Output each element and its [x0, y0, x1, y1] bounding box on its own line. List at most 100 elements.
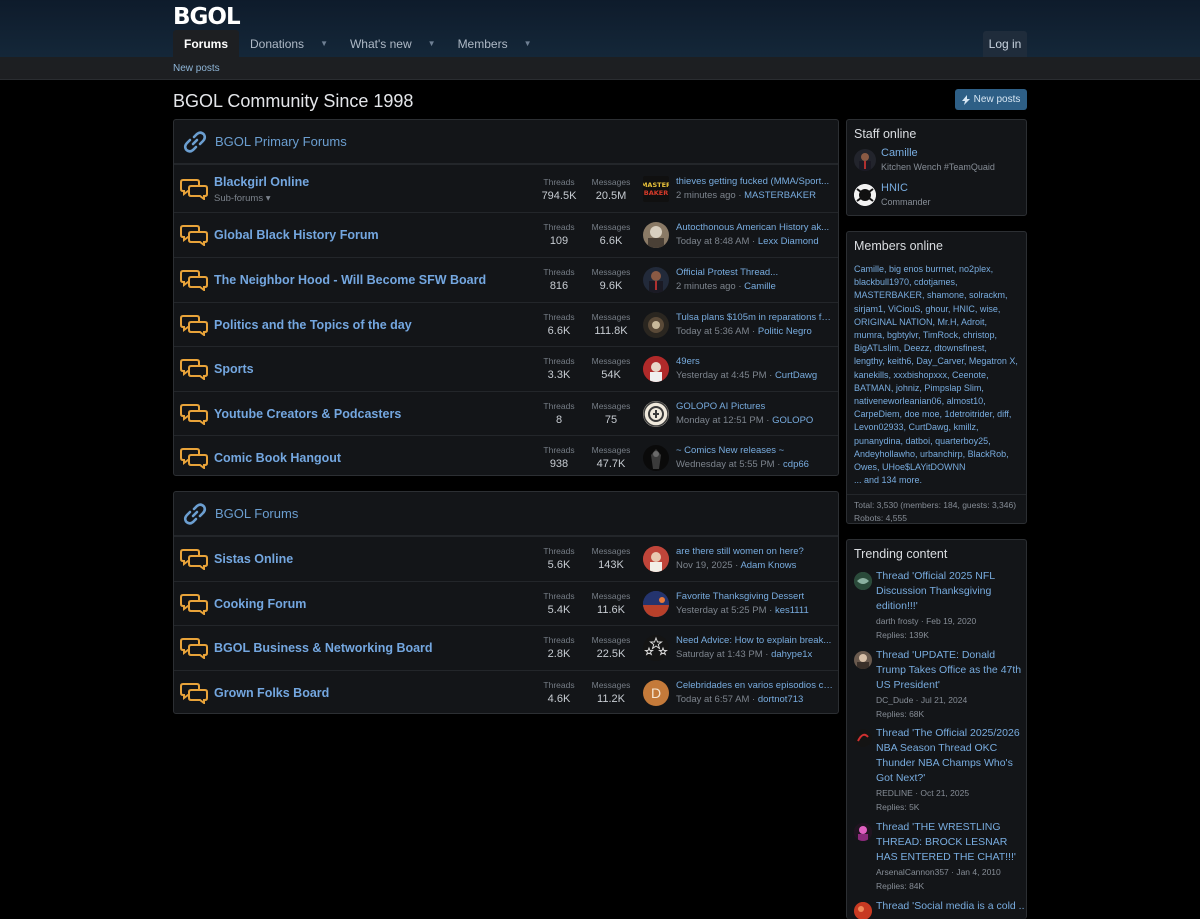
forum-node: Global Black History Forum Threads 109 Me… [174, 212, 838, 257]
nav-tab-members[interactable]: Members ▼ [447, 30, 543, 57]
category-title[interactable]: BGOL Forums [215, 506, 298, 521]
trending-replies: Replies: 139K [876, 630, 929, 640]
latest-time[interactable]: Today at 5:36 AM [676, 326, 749, 337]
latest-thread-link[interactable]: thieves getting fucked (MMA/Sport... [676, 176, 834, 187]
subnav-new-posts-link[interactable]: New posts [173, 63, 220, 74]
login-button[interactable]: Log in [983, 31, 1027, 57]
forum-title[interactable]: Sports [214, 362, 254, 376]
latest-user[interactable]: cdp66 [783, 459, 809, 470]
latest-user[interactable]: Adam Knows [740, 560, 796, 571]
avatar[interactable] [643, 591, 669, 617]
category-header[interactable]: BGOL Forums [174, 492, 838, 536]
avatar[interactable] [854, 149, 876, 171]
trending-thread-link[interactable]: Thread 'THE WRESTLING THREAD: BROCK LESN… [876, 820, 1024, 865]
forum-title[interactable]: Global Black History Forum [214, 228, 379, 242]
nav-tab-forums[interactable]: Forums [173, 30, 240, 57]
avatar[interactable] [854, 729, 872, 747]
forum-title[interactable]: Youtube Creators & Podcasters [214, 407, 401, 421]
avatar[interactable] [643, 546, 669, 572]
latest-time[interactable]: Wednesday at 5:55 PM [676, 459, 775, 470]
forum-title[interactable]: Politics and the Topics of the day [214, 318, 412, 332]
forum-title[interactable]: BGOL Business & Networking Board [214, 641, 433, 655]
latest-meta: Today at 5:36 AM · Politic Negro [676, 326, 812, 337]
avatar[interactable] [854, 902, 872, 919]
latest-thread-link[interactable]: GOLOPO AI Pictures [676, 401, 834, 412]
messages-stat: Messages 9.6K [586, 267, 636, 292]
latest-user[interactable]: dahype1x [771, 649, 812, 660]
members-online-list[interactable]: Camille, big enos burrnet, no2plex, blac… [847, 259, 1026, 487]
stat-label: Threads [543, 680, 575, 690]
latest-thread-link[interactable]: Favorite Thanksgiving Dessert [676, 591, 834, 602]
latest-user[interactable]: Lexx Diamond [758, 236, 819, 247]
avatar[interactable]: MASTER BAKER [643, 176, 669, 202]
more-members-link[interactable]: ... and 134 more. [854, 475, 922, 485]
avatar[interactable] [643, 267, 669, 293]
latest-thread-link[interactable]: ~ Comics New releases ~ [676, 445, 834, 456]
forum-title[interactable]: Cooking Forum [214, 597, 306, 611]
latest-user[interactable]: dortnot713 [758, 694, 803, 705]
latest-time[interactable]: Nov 19, 2025 [676, 560, 733, 571]
nav-tab-whats-new[interactable]: What's new ▼ [339, 30, 447, 57]
category-header[interactable]: BGOL Primary Forums [174, 120, 838, 164]
latest-user[interactable]: Politic Negro [758, 326, 812, 337]
avatar[interactable] [643, 222, 669, 248]
trending-thread-link[interactable]: Thread 'The Official 2025/2026 NBA Seaso… [876, 726, 1024, 786]
latest-time[interactable]: Today at 8:48 AM [676, 236, 749, 247]
nav-tab-donations[interactable]: Donations ▼ [239, 30, 339, 57]
chevron-down-icon[interactable]: ▼ [524, 39, 532, 48]
user-avatar-photo [643, 546, 669, 572]
stat-value: 143K [598, 559, 624, 571]
forum-title[interactable]: Grown Folks Board [214, 686, 329, 700]
trending-thread-link[interactable]: Thread 'Social media is a cold ...' [876, 899, 1024, 914]
chevron-down-icon[interactable]: ▼ [428, 39, 436, 48]
avatar[interactable] [643, 312, 669, 338]
latest-thread-link[interactable]: Tulsa plans $105m in reparations fo... [676, 312, 834, 323]
latest-time[interactable]: Saturday at 1:43 PM [676, 649, 763, 660]
subforums-toggle[interactable]: Sub-forums ▾ [214, 193, 271, 204]
avatar[interactable] [643, 445, 669, 471]
latest-thread-link[interactable]: Autocthonous American History ak... [676, 222, 834, 233]
latest-time[interactable]: 2 minutes ago [676, 281, 736, 292]
avatar[interactable] [854, 823, 872, 841]
avatar[interactable] [643, 635, 669, 661]
category-title[interactable]: BGOL Primary Forums [215, 134, 347, 149]
trending-thread-link[interactable]: Thread 'UPDATE: Donald Trump Takes Offic… [876, 648, 1024, 693]
latest-time[interactable]: Yesterday at 4:45 PM [676, 370, 766, 381]
latest-time[interactable]: 2 minutes ago [676, 190, 736, 201]
latest-user[interactable]: MASTERBAKER [744, 190, 816, 201]
latest-time[interactable]: Yesterday at 5:25 PM [676, 605, 766, 616]
latest-thread-link[interactable]: 49ers [676, 356, 834, 367]
latest-meta: Monday at 12:51 PM · GOLOPO [676, 415, 814, 426]
forum-node: The Neighbor Hood - Will Become SFW Boar… [174, 257, 838, 302]
latest-thread-link[interactable]: Celebridades en varios episodios ca... [676, 680, 834, 691]
threads-stat: Threads 938 [534, 445, 584, 470]
trending-thread-link[interactable]: Thread 'Official 2025 NFL Discussion Tha… [876, 569, 1024, 614]
latest-user[interactable]: kes1111 [775, 605, 809, 616]
latest-user[interactable]: GOLOPO [772, 415, 813, 426]
avatar[interactable] [643, 401, 669, 427]
latest-user[interactable]: Camille [744, 281, 776, 292]
forum-title[interactable]: Comic Book Hangout [214, 451, 341, 465]
latest-user[interactable]: CurtDawg [775, 370, 817, 381]
forum-title[interactable]: Sistas Online [214, 552, 293, 566]
new-posts-button[interactable]: New posts [955, 89, 1027, 110]
latest-time[interactable]: Monday at 12:51 PM [676, 415, 764, 426]
avatar[interactable] [854, 572, 872, 590]
forum-title[interactable]: Blackgirl Online [214, 175, 309, 189]
letter-avatar[interactable]: D [643, 680, 669, 706]
avatar[interactable] [854, 651, 872, 669]
members-online-names[interactable]: Camille, big enos burrnet, no2plex, blac… [854, 264, 1018, 472]
latest-time[interactable]: Today at 6:57 AM [676, 694, 749, 705]
staff-name[interactable]: Camille [881, 147, 918, 159]
latest-meta: Saturday at 1:43 PM · dahype1x [676, 649, 813, 660]
forum-title[interactable]: The Neighbor Hood - Will Become SFW Boar… [214, 273, 486, 287]
latest-thread-link[interactable]: Need Advice: How to explain break... [676, 635, 834, 646]
latest-thread-link[interactable]: Official Protest Thread... [676, 267, 834, 278]
threads-stat: Threads 5.6K [534, 546, 584, 571]
latest-thread-link[interactable]: are there still women on here? [676, 546, 834, 557]
chevron-down-icon[interactable]: ▼ [320, 39, 328, 48]
avatar[interactable] [854, 184, 876, 206]
staff-name[interactable]: HNIC [881, 182, 908, 194]
site-logo[interactable]: BGOL [173, 4, 241, 30]
avatar[interactable] [643, 356, 669, 382]
